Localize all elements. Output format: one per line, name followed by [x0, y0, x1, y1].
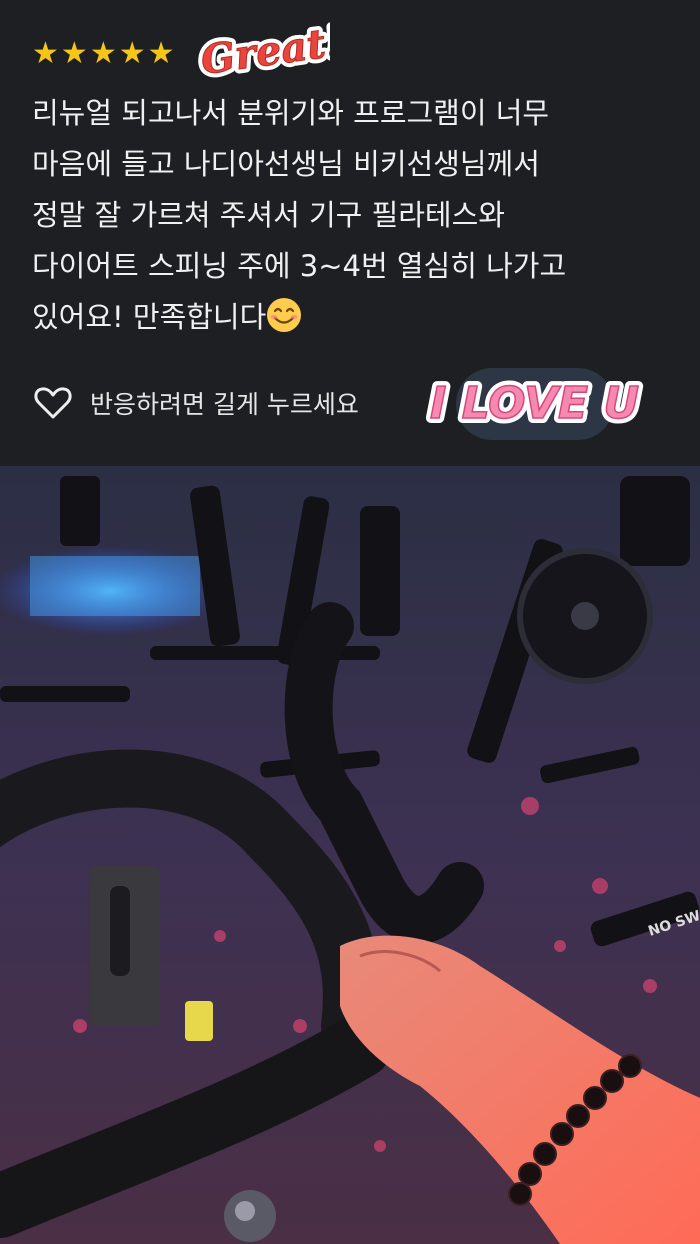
great-sticker: Great! Great!	[193, 13, 330, 88]
love-sticker-text: I LOVE U	[430, 378, 639, 429]
i-love-u-sticker: I LOVE U I LOVE U	[426, 368, 644, 440]
rating-stars: ★ ★ ★ ★ ★	[32, 38, 175, 70]
react-button[interactable]: 반응하려면 길게 누르세요	[32, 378, 359, 428]
review-photo[interactable]: NO SW	[0, 466, 700, 1244]
review-text: 리뉴얼 되고나서 분위기와 프로그램이 너무 마음에 들고 나디아선생님 비키선…	[32, 88, 672, 343]
review-card: ★ ★ ★ ★ ★ Great! Great! 리뉴얼 되고나서 분위기와 프로…	[0, 0, 700, 466]
star-icon: ★	[147, 36, 175, 71]
star-icon: ★	[60, 36, 88, 71]
star-icon: ★	[89, 36, 117, 71]
heart-outline-icon[interactable]	[32, 382, 74, 424]
spinning-studio-photo: NO SW	[0, 466, 700, 1244]
smiling-face-emoji-icon	[267, 298, 302, 332]
react-hint-label: 반응하려면 길게 누르세요	[90, 390, 359, 419]
star-icon: ★	[118, 36, 146, 71]
great-sticker-text: Great!	[198, 18, 330, 84]
star-icon: ★	[32, 36, 59, 71]
